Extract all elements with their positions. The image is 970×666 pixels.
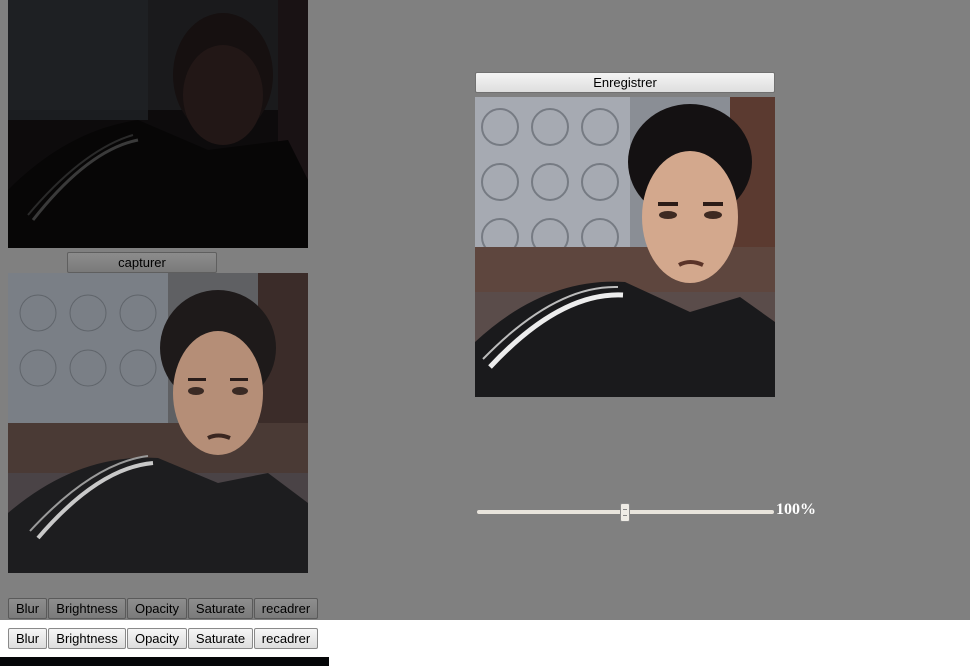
capture-button[interactable]: capturer xyxy=(67,252,217,273)
saturate-button[interactable]: Saturate xyxy=(188,598,253,619)
edited-photo xyxy=(475,97,775,397)
save-button[interactable]: Enregistrer xyxy=(475,72,775,93)
zoom-slider-thumb[interactable] xyxy=(620,503,630,522)
canvas-preview-edge xyxy=(0,657,329,666)
crop-button[interactable]: recadrer xyxy=(254,628,318,649)
filter-toolbar-secondary: Blur Brightness Opacity Saturate recadre… xyxy=(8,628,319,649)
opacity-button[interactable]: Opacity xyxy=(127,628,187,649)
crop-button[interactable]: recadrer xyxy=(254,598,318,619)
brightness-button[interactable]: Brightness xyxy=(48,628,126,649)
brightness-button[interactable]: Brightness xyxy=(48,598,126,619)
blur-button[interactable]: Blur xyxy=(8,628,47,649)
saturate-button[interactable]: Saturate xyxy=(188,628,253,649)
blur-button[interactable]: Blur xyxy=(8,598,47,619)
camera-feed-video xyxy=(8,0,308,248)
captured-photo xyxy=(8,273,308,573)
opacity-button[interactable]: Opacity xyxy=(127,598,187,619)
zoom-percentage-label: 100% xyxy=(776,501,816,518)
filter-toolbar-primary: Blur Brightness Opacity Saturate recadre… xyxy=(8,598,319,619)
